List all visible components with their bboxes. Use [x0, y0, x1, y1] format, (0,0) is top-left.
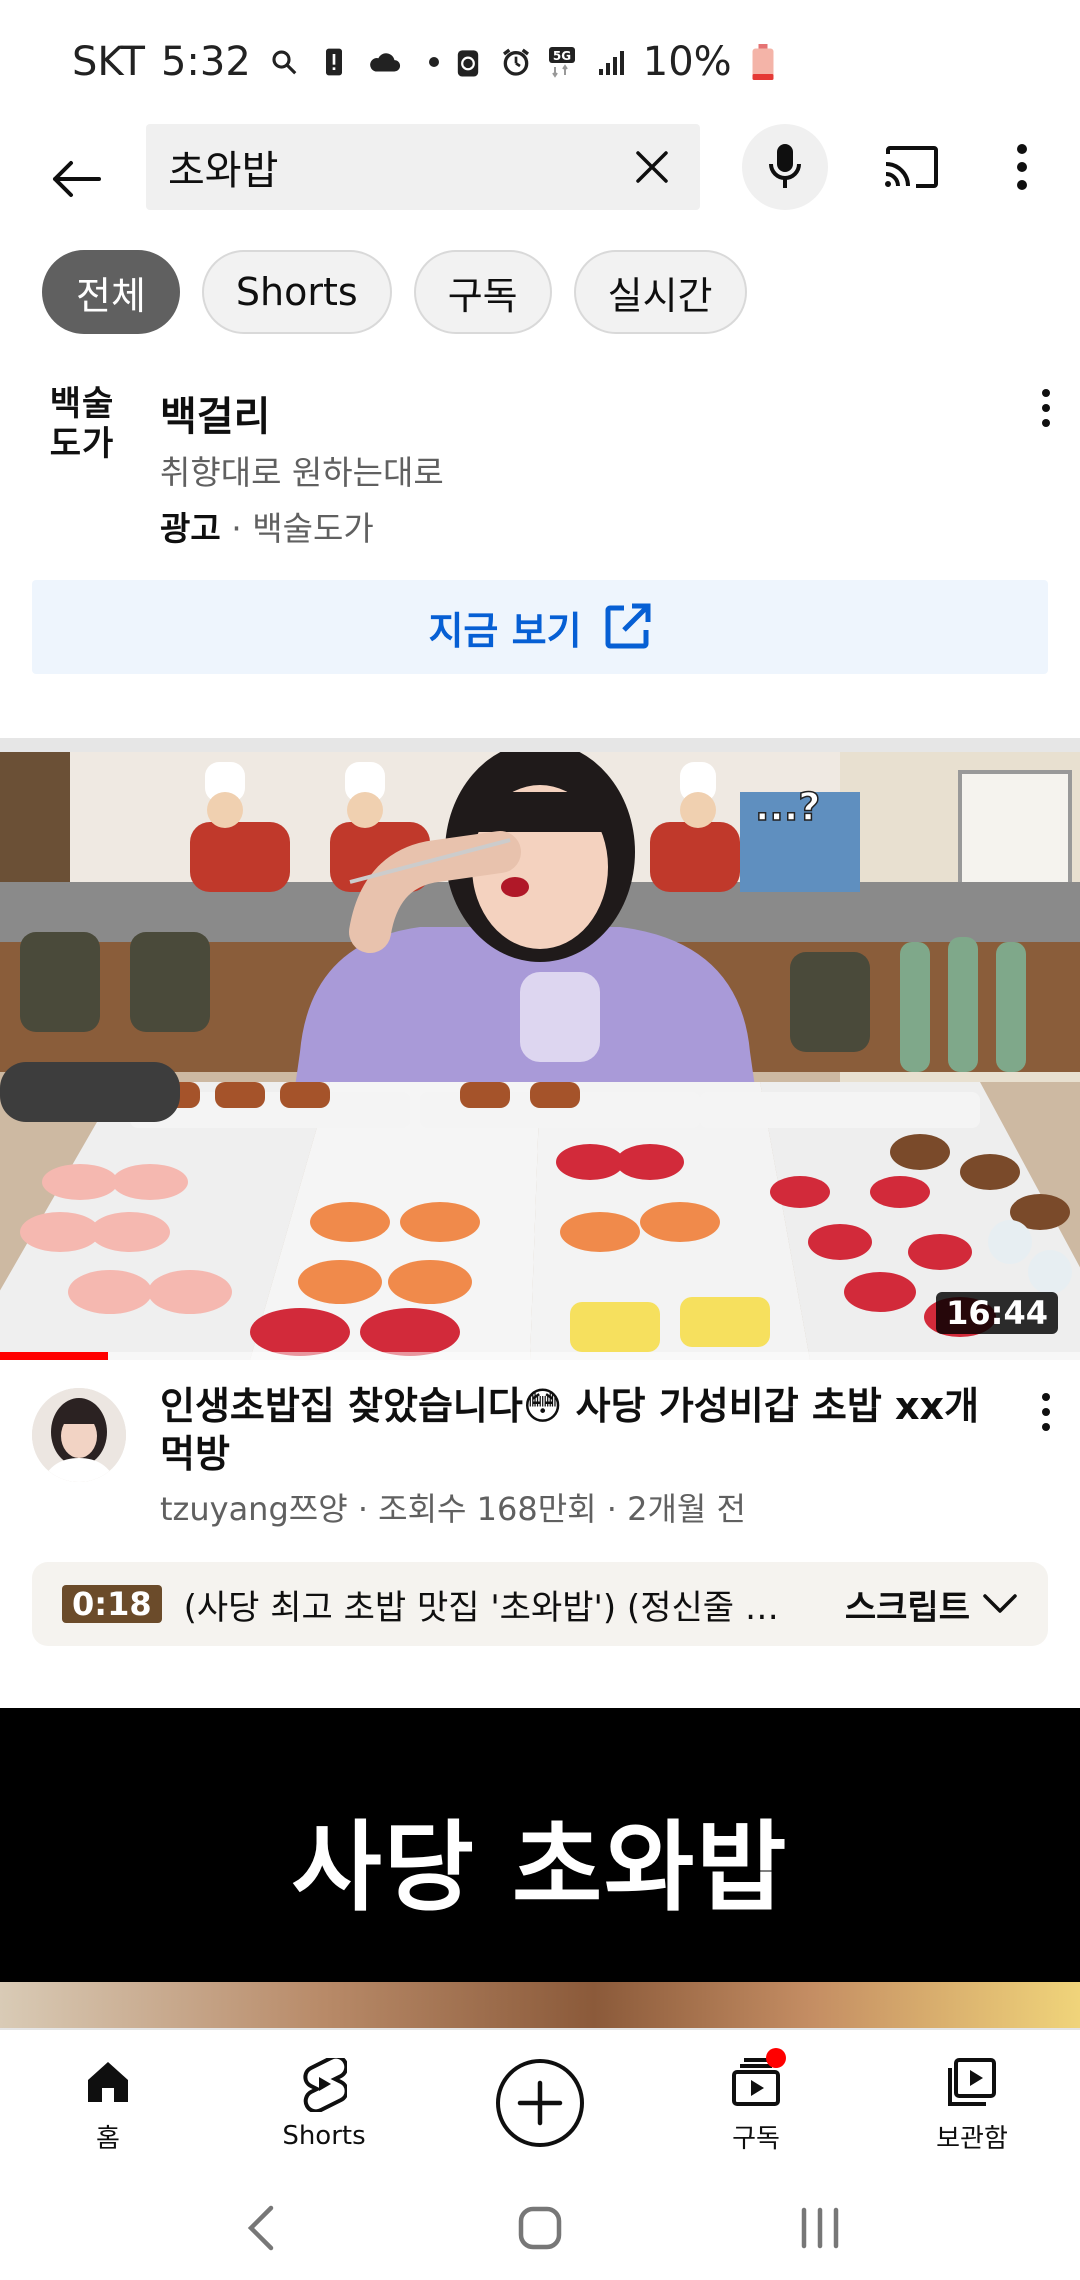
notification-dot	[766, 2047, 786, 2068]
watch-progress-bar	[0, 1352, 108, 1360]
carrier-label: SKT	[72, 39, 145, 85]
cast-icon	[885, 146, 938, 188]
transcript-button[interactable]: 스크립트	[845, 1580, 1018, 1629]
transcript-button-label: 스크립트	[844, 1587, 970, 1628]
watch-progress-track	[0, 1352, 1080, 1360]
back-button[interactable]	[40, 144, 110, 214]
chip-subscriptions[interactable]: 구독	[413, 250, 552, 334]
ad-more-options-button[interactable]	[1028, 380, 1064, 436]
more-vertical-icon	[1017, 144, 1027, 190]
ad-separator: ·	[231, 509, 242, 548]
battery-label: 10%	[642, 39, 732, 85]
transcript-text: (사당 최고 초밥 맛집 '초와밥') (정신줄 놓...	[183, 1587, 805, 1628]
advertiser-logo[interactable]: 백술 도가	[40, 384, 124, 468]
ad-cta-button[interactable]: 지금 보기	[32, 580, 1048, 674]
section-divider	[0, 738, 1080, 752]
search-input[interactable]: 초와밥	[146, 124, 700, 210]
ad-cta-label: 지금 보기	[428, 608, 582, 653]
svg-text:...?: ...?	[755, 785, 820, 829]
transcript-snippet[interactable]: 0:18 (사당 최고 초밥 맛집 '초와밥') (정신줄 놓... 스크립트	[32, 1562, 1048, 1646]
ad-meta: 광고 · 백술도가	[160, 502, 374, 550]
video-meta: tzuyang쯔양 · 조회수 168만회 · 2개월 전	[160, 1490, 746, 1528]
video-info: 인생초밥집 찾았습니다😳 사당 가성비갑 초밥 xx개 먹방 tzuyang쯔양…	[0, 1370, 1080, 1540]
ad-title[interactable]: 백걸리	[160, 384, 270, 442]
cast-button[interactable]	[876, 136, 946, 198]
nav-home[interactable]: 홈	[0, 2030, 216, 2176]
chip-live[interactable]: 실시간	[573, 250, 747, 334]
video-thumbnail[interactable]: ...? 16:44	[0, 752, 1080, 1360]
nav-home-label: 홈	[96, 2123, 120, 2154]
sushi-mukbang-thumbnail-image: ...?	[0, 752, 1080, 1360]
nav-library[interactable]: 보관함	[864, 2030, 1080, 2176]
back-arrow-icon	[53, 161, 101, 197]
system-navigation-bar	[0, 2176, 1080, 2280]
svg-text:5G: 5G	[553, 49, 571, 63]
video-title[interactable]: 인생초밥집 찾았습니다😳 사당 가성비갑 초밥 xx개 먹방	[160, 1382, 990, 1478]
home-square-icon	[518, 2206, 562, 2250]
create-icon	[496, 2059, 584, 2147]
microphone-icon	[769, 144, 801, 188]
ad-label: 광고	[160, 509, 221, 548]
subscriptions-icon	[726, 2047, 786, 2112]
filter-chips: 전체 Shorts 구독 실시간	[42, 250, 747, 334]
status-bar: SKT 5:32 5G 10%	[0, 0, 1080, 124]
system-back-button[interactable]	[225, 2193, 295, 2263]
thumbnail-image-strip	[0, 1982, 1080, 2028]
nav-shorts[interactable]: Shorts	[216, 2030, 432, 2176]
external-link-icon	[605, 603, 651, 649]
network-5g-icon: 5G	[547, 45, 581, 79]
chevron-left-icon	[247, 2205, 274, 2251]
nav-subscriptions-label: 구독	[732, 2123, 780, 2154]
recycle-status-icon	[451, 45, 485, 79]
signal-icon	[595, 45, 629, 79]
chevron-down-icon	[983, 1594, 1017, 1613]
nav-create[interactable]	[432, 2030, 648, 2176]
more-options-button[interactable]	[1000, 136, 1044, 198]
recents-icon	[801, 2207, 839, 2249]
nav-shorts-label: Shorts	[282, 2121, 366, 2151]
video-duration-badge: 16:44	[936, 1292, 1058, 1334]
cloud-status-icon	[367, 45, 401, 79]
ad-card[interactable]: 백술 도가 백걸리 취향대로 원하는대로 광고 · 백술도가 지금 보기	[0, 370, 1080, 730]
ad-subtitle: 취향대로 원하는대로	[160, 453, 444, 492]
shorts-icon	[294, 2055, 354, 2115]
close-icon	[636, 151, 668, 183]
bottom-navigation: 홈 Shorts 구독 보관함	[0, 2028, 1080, 2176]
more-vertical-icon	[1042, 1393, 1050, 1431]
battery-icon	[746, 44, 780, 80]
transcript-timestamp[interactable]: 0:18	[62, 1585, 162, 1623]
alarm-status-icon	[499, 45, 533, 79]
search-header: 초와밥	[0, 124, 1080, 234]
video-more-options-button[interactable]	[1028, 1384, 1064, 1440]
voice-search-button[interactable]	[742, 124, 828, 210]
avatar-image	[32, 1388, 126, 1482]
time-label: 5:32	[160, 39, 251, 85]
video-thumbnail-2[interactable]: 사당 초와밥	[0, 1708, 1080, 2028]
search-query[interactable]: 초와밥	[168, 138, 626, 196]
channel-avatar[interactable]	[32, 1388, 126, 1482]
search-status-icon	[267, 45, 301, 79]
alert-status-icon	[317, 45, 351, 79]
clear-search-button[interactable]	[626, 141, 678, 193]
ad-advertiser: 백술도가	[252, 509, 374, 548]
system-recents-button[interactable]	[785, 2193, 855, 2263]
nav-library-label: 보관함	[936, 2123, 1008, 2154]
home-icon	[78, 2052, 138, 2112]
chip-all[interactable]: 전체	[42, 250, 180, 334]
more-vertical-icon	[1042, 389, 1050, 427]
dot-status-icon	[417, 45, 451, 79]
library-icon	[942, 2052, 1002, 2112]
nav-subscriptions[interactable]: 구독	[648, 2030, 864, 2176]
chip-shorts[interactable]: Shorts	[201, 250, 392, 334]
system-home-button[interactable]	[505, 2193, 575, 2263]
thumbnail-caption: 사당 초와밥	[291, 1811, 789, 1925]
